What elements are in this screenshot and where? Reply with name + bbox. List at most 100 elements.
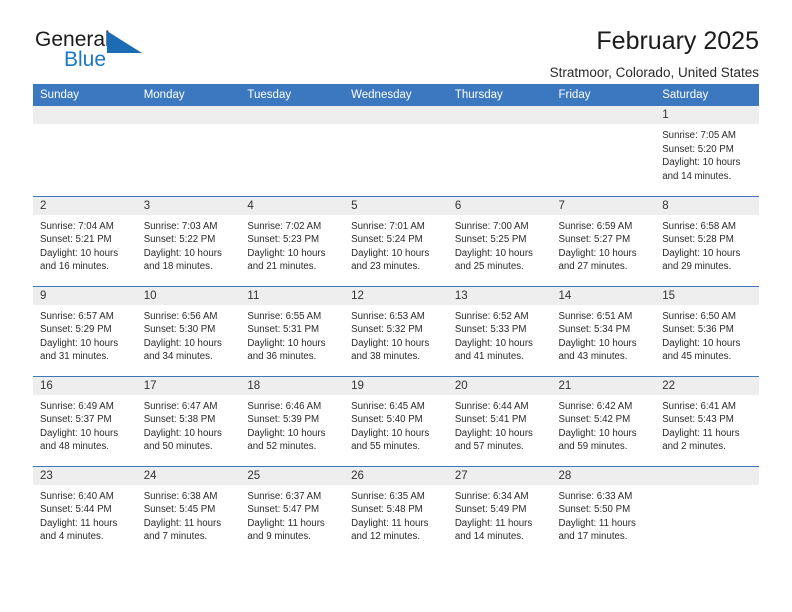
calendar-cell-day[interactable]: 25 Sunrise: 6:37 AM Sunset: 5:47 PM Dayligh… xyxy=(240,465,345,556)
daylight-text-line1: Daylight: 10 hours xyxy=(40,337,119,349)
calendar-cell-day[interactable]: 23 Sunrise: 6:40 AM Sunset: 5:44 PM Dayligh… xyxy=(33,465,137,556)
sunset-text: Sunset: 5:36 PM xyxy=(662,324,734,336)
day-details: Sunrise: 6:52 AM Sunset: 5:33 PM Daylight:… xyxy=(448,305,552,364)
daylight-text-line1: Daylight: 11 hours xyxy=(558,517,636,529)
daylight-text-line2: and 34 minutes. xyxy=(143,351,213,363)
calendar-cell-day[interactable]: 14 Sunrise: 6:51 AM Sunset: 5:34 PM Dayligh… xyxy=(551,285,656,376)
day-number: 10 xyxy=(136,286,241,305)
brand-logo[interactable]: General Blue xyxy=(33,26,243,76)
day-details: Sunrise: 6:38 AM Sunset: 5:45 PM Daylight:… xyxy=(137,485,241,544)
daylight-text-line1: Daylight: 10 hours xyxy=(247,337,326,349)
blue-flag-triangle-icon xyxy=(107,31,142,53)
day-number: 9 xyxy=(33,286,137,305)
daylight-text-line2: and 48 minutes. xyxy=(40,441,109,453)
sunrise-text: Sunrise: 7:04 AM xyxy=(40,220,114,232)
daylight-text-line1: Daylight: 10 hours xyxy=(454,247,533,259)
calendar-cell-day[interactable]: 11 Sunrise: 6:55 AM Sunset: 5:31 PM Dayligh… xyxy=(240,285,345,376)
daylight-text-line2: and 43 minutes. xyxy=(558,351,628,363)
sunset-text: Sunset: 5:39 PM xyxy=(247,414,320,426)
sunrise-text: Sunrise: 6:44 AM xyxy=(454,400,529,412)
sunrise-text: Sunrise: 6:55 AM xyxy=(247,310,322,322)
daylight-text-line1: Daylight: 10 hours xyxy=(454,337,533,349)
sunset-text: Sunset: 5:27 PM xyxy=(558,234,631,246)
daylight-text-line1: Daylight: 10 hours xyxy=(662,157,741,169)
sunrise-text: Sunrise: 6:47 AM xyxy=(143,400,218,412)
sunset-text: Sunset: 5:20 PM xyxy=(662,143,734,155)
calendar-week-row: 1 Sunrise: 7:05 AM Sunset: 5:20 PM Daylight… xyxy=(33,106,759,196)
day-number: 14 xyxy=(551,286,656,305)
sunrise-text: Sunrise: 6:46 AM xyxy=(247,400,322,412)
day-number: 15 xyxy=(655,286,759,305)
sunset-text: Sunset: 5:44 PM xyxy=(40,504,112,516)
sunset-text: Sunset: 5:49 PM xyxy=(454,504,527,516)
calendar-cell-day[interactable]: 18 Sunrise: 6:46 AM Sunset: 5:39 PM Dayligh… xyxy=(240,375,345,466)
day-details: Sunrise: 6:49 AM Sunset: 5:37 PM Daylight:… xyxy=(33,395,137,454)
page-header: General Blue February 2025 Stratmoor, Co… xyxy=(33,0,759,80)
calendar-cell-day[interactable]: 8 Sunrise: 6:58 AM Sunset: 5:28 PM Daylight… xyxy=(655,195,759,286)
day-number: 3 xyxy=(136,196,241,215)
day-details: Sunrise: 6:53 AM Sunset: 5:32 PM Daylight:… xyxy=(344,305,448,364)
day-details: Sunrise: 6:47 AM Sunset: 5:38 PM Daylight:… xyxy=(137,395,241,454)
daylight-text-line2: and 59 minutes. xyxy=(558,441,628,453)
calendar-cell-day[interactable]: 28 Sunrise: 6:33 AM Sunset: 5:50 PM Dayligh… xyxy=(551,465,656,556)
calendar-cell-day[interactable]: 22 Sunrise: 6:41 AM Sunset: 5:43 PM Dayligh… xyxy=(655,375,759,466)
day-details: Sunrise: 7:03 AM Sunset: 5:22 PM Daylight:… xyxy=(137,215,241,274)
sunset-text: Sunset: 5:48 PM xyxy=(351,504,423,516)
calendar-cell-day[interactable]: 13 Sunrise: 6:52 AM Sunset: 5:33 PM Dayligh… xyxy=(447,285,552,376)
calendar-cell-empty xyxy=(551,106,656,196)
calendar-cell-day[interactable]: 24 Sunrise: 6:38 AM Sunset: 5:45 PM Dayligh… xyxy=(136,465,241,556)
daylight-text-line2: and 16 minutes. xyxy=(40,261,109,273)
daylight-text-line2: and 27 minutes. xyxy=(558,261,628,273)
daylight-text-line2: and 12 minutes. xyxy=(351,531,421,543)
calendar-week-row: 9 Sunrise: 6:57 AM Sunset: 5:29 PM Daylight… xyxy=(33,285,759,376)
sunrise-text: Sunrise: 6:38 AM xyxy=(143,490,218,502)
day-number: 27 xyxy=(447,466,552,485)
sunset-text: Sunset: 5:41 PM xyxy=(454,414,527,426)
calendar-cell-day[interactable]: 12 Sunrise: 6:53 AM Sunset: 5:32 PM Dayligh… xyxy=(344,285,448,376)
weekday-header-thursday: Thursday xyxy=(447,84,552,106)
calendar-cell-day[interactable]: 15 Sunrise: 6:50 AM Sunset: 5:36 PM Dayligh… xyxy=(655,285,759,376)
calendar-cell-day[interactable]: 5 Sunrise: 7:01 AM Sunset: 5:24 PM Daylight… xyxy=(344,195,448,286)
daylight-text-line2: and 29 minutes. xyxy=(662,261,732,273)
day-number: 25 xyxy=(240,466,345,485)
calendar-cell-day[interactable]: 19 Sunrise: 6:45 AM Sunset: 5:40 PM Dayligh… xyxy=(344,375,448,466)
daylight-text-line1: Daylight: 10 hours xyxy=(143,427,222,439)
calendar-cell-day[interactable]: 2 Sunrise: 7:04 AM Sunset: 5:21 PM Daylight… xyxy=(33,195,137,286)
sunrise-text: Sunrise: 6:40 AM xyxy=(40,490,114,502)
daylight-text-line1: Daylight: 11 hours xyxy=(247,517,325,529)
day-details: Sunrise: 6:46 AM Sunset: 5:39 PM Daylight:… xyxy=(240,395,344,454)
calendar-cell-day[interactable]: 26 Sunrise: 6:35 AM Sunset: 5:48 PM Dayligh… xyxy=(344,465,448,556)
sunrise-text: Sunrise: 7:02 AM xyxy=(247,220,322,232)
calendar-cell-day[interactable]: 7 Sunrise: 6:59 AM Sunset: 5:27 PM Daylight… xyxy=(551,195,656,286)
daylight-text-line1: Daylight: 10 hours xyxy=(351,337,430,349)
calendar-cell-day[interactable]: 20 Sunrise: 6:44 AM Sunset: 5:41 PM Dayligh… xyxy=(447,375,552,466)
sunset-text: Sunset: 5:22 PM xyxy=(143,234,216,246)
calendar-cell-empty xyxy=(447,106,552,196)
day-details: Sunrise: 7:02 AM Sunset: 5:23 PM Daylight:… xyxy=(240,215,344,274)
day-number: 13 xyxy=(447,286,552,305)
daylight-text-line2: and 45 minutes. xyxy=(662,351,732,363)
sunset-text: Sunset: 5:40 PM xyxy=(351,414,423,426)
calendar-cell-day[interactable]: 16 Sunrise: 6:49 AM Sunset: 5:37 PM Dayligh… xyxy=(33,375,137,466)
calendar-cell-day[interactable]: 6 Sunrise: 7:00 AM Sunset: 5:25 PM Daylight… xyxy=(447,195,552,286)
calendar-page: General Blue February 2025 Stratmoor, Co… xyxy=(0,0,792,612)
day-details: Sunrise: 6:51 AM Sunset: 5:34 PM Daylight:… xyxy=(552,305,656,364)
calendar-cell-day[interactable]: 9 Sunrise: 6:57 AM Sunset: 5:29 PM Daylight… xyxy=(33,285,137,376)
calendar-cell-empty xyxy=(655,465,759,556)
calendar-cell-day[interactable]: 17 Sunrise: 6:47 AM Sunset: 5:38 PM Dayligh… xyxy=(136,375,241,466)
calendar-cell-day[interactable]: 1 Sunrise: 7:05 AM Sunset: 5:20 PM Daylight… xyxy=(655,106,759,196)
day-number xyxy=(33,106,137,124)
sunrise-text: Sunrise: 6:50 AM xyxy=(662,310,736,322)
day-number: 17 xyxy=(136,376,241,395)
page-title: February 2025 xyxy=(596,27,759,55)
calendar-cell-day[interactable]: 27 Sunrise: 6:34 AM Sunset: 5:49 PM Dayligh… xyxy=(447,465,552,556)
sunrise-text: Sunrise: 6:35 AM xyxy=(351,490,425,502)
calendar-cell-day[interactable]: 10 Sunrise: 6:56 AM Sunset: 5:30 PM Dayligh… xyxy=(136,285,241,376)
daylight-text-line1: Daylight: 10 hours xyxy=(247,247,326,259)
calendar-cell-day[interactable]: 3 Sunrise: 7:03 AM Sunset: 5:22 PM Daylight… xyxy=(136,195,241,286)
calendar-cell-day[interactable]: 4 Sunrise: 7:02 AM Sunset: 5:23 PM Daylight… xyxy=(240,195,345,286)
day-number: 6 xyxy=(447,196,552,215)
day-number: 28 xyxy=(551,466,656,485)
calendar-cell-day[interactable]: 21 Sunrise: 6:42 AM Sunset: 5:42 PM Dayligh… xyxy=(551,375,656,466)
sunset-text: Sunset: 5:30 PM xyxy=(143,324,216,336)
